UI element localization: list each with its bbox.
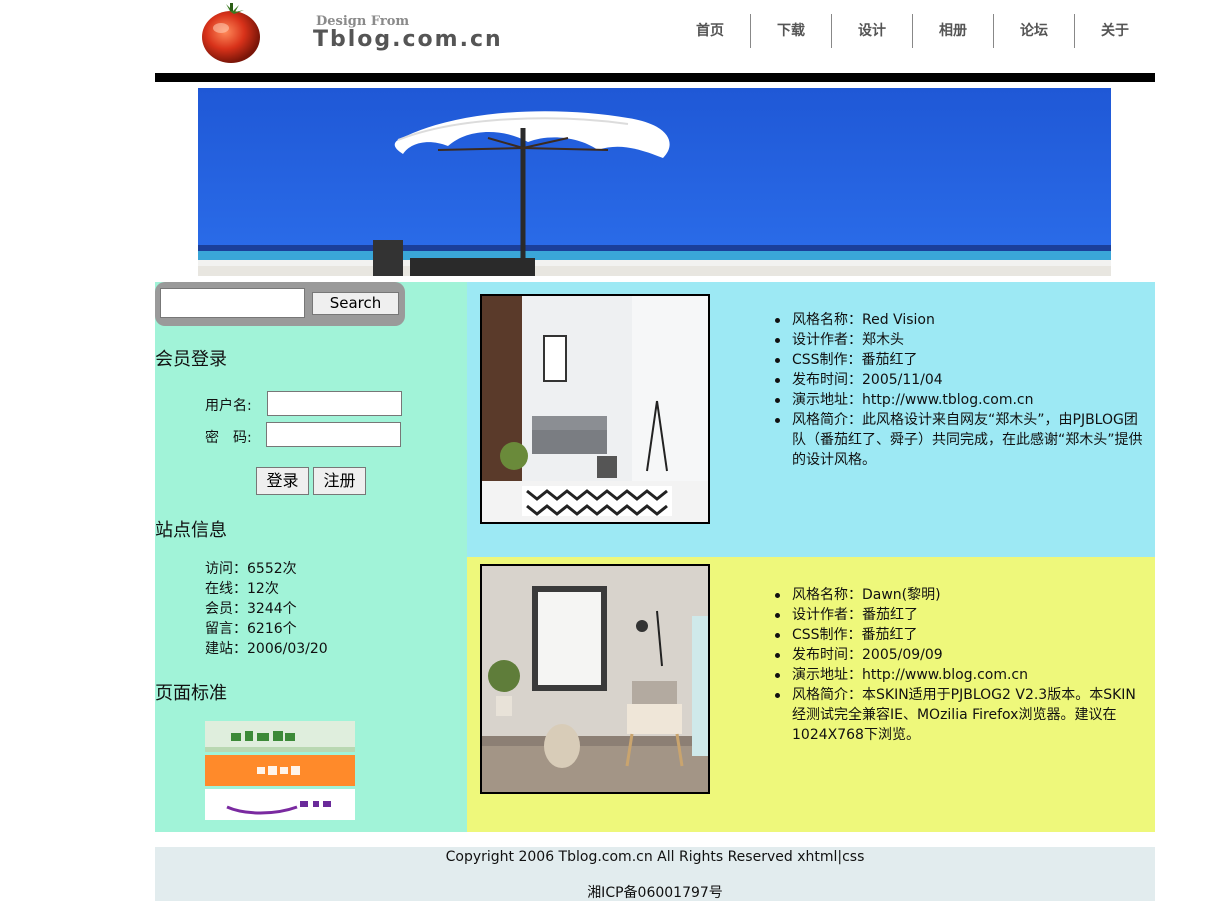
- login-button[interactable]: 登录: [256, 467, 309, 495]
- password-field[interactable]: [266, 422, 401, 447]
- stat-members: 会员：3244个: [205, 601, 297, 617]
- skin-demo-1[interactable]: 演示地址：http://www.tblog.com.cn: [775, 390, 1147, 410]
- site-header: Design From Tblog.com.cn 首页 下载 设计 相册 论坛 …: [155, 0, 1155, 74]
- search-box: Search: [155, 282, 405, 326]
- skin-author-2: 设计作者：番茄红了: [775, 605, 1147, 625]
- skin-preview-2[interactable]: [480, 564, 710, 794]
- main-nav: 首页 下载 设计 相册 论坛 关于: [670, 14, 1155, 48]
- skin-card-1: 风格名称：Red Vision 设计作者：郑木头 CSS制作：番茄红了 发布时间…: [467, 282, 1155, 557]
- logo-title: Tblog.com.cn: [313, 27, 503, 52]
- stat-messages: 留言：6216个: [205, 621, 297, 637]
- search-button[interactable]: Search: [312, 292, 399, 315]
- skin-preview-1[interactable]: [480, 294, 710, 524]
- username-field[interactable]: [267, 391, 402, 416]
- site-logo[interactable]: Design From Tblog.com.cn: [200, 0, 501, 66]
- skin-desc-1: 风格简介：此风格设计来自网友“郑木头”，由PJBLOG团队（番茄红了、舜子）共同…: [775, 410, 1147, 470]
- stat-founded: 建站：2006/03/20: [205, 641, 328, 657]
- nav-album[interactable]: 相册: [912, 14, 993, 48]
- copyright-text: Copyright 2006 Tblog.com.cn All Rights R…: [445, 849, 865, 865]
- standard-badge-3[interactable]: [205, 789, 355, 820]
- header-divider: [155, 73, 1155, 82]
- search-input[interactable]: [160, 288, 305, 318]
- password-label: 密 码:: [205, 430, 252, 446]
- username-label: 用户名:: [205, 398, 252, 414]
- standards-title: 页面标准: [155, 683, 227, 704]
- stat-online: 在线：12次: [205, 581, 279, 597]
- login-title: 会员登录: [155, 349, 227, 370]
- site-info-title: 站点信息: [155, 520, 227, 541]
- skin-date-1: 发布时间：2005/11/04: [775, 370, 1147, 390]
- skin-name-2: 风格名称：Dawn(黎明): [775, 585, 1147, 605]
- skin-card-2: 风格名称：Dawn(黎明) 设计作者：番茄红了 CSS制作：番茄红了 发布时间：…: [467, 557, 1155, 832]
- skin-demo-2[interactable]: 演示地址：http://www.blog.com.cn: [775, 665, 1147, 685]
- icp-text: 湘ICP备06001797号: [587, 885, 723, 901]
- register-button[interactable]: 注册: [313, 467, 366, 495]
- skin-author-1: 设计作者：郑木头: [775, 330, 1147, 350]
- skin-name-1: 风格名称：Red Vision: [775, 310, 1147, 330]
- standard-badge-2[interactable]: [205, 755, 355, 786]
- skin-desc-2: 风格简介：本SKIN适用于PJBLOG2 V2.3版本。本SKIN经测试完全兼容…: [775, 685, 1147, 745]
- site-footer: Copyright 2006 Tblog.com.cn All Rights R…: [155, 847, 1155, 901]
- skin-info-list-1: 风格名称：Red Vision 设计作者：郑木头 CSS制作：番茄红了 发布时间…: [775, 310, 1147, 470]
- skin-date-2: 发布时间：2005/09/09: [775, 645, 1147, 665]
- skin-css-1: CSS制作：番茄红了: [775, 350, 1147, 370]
- nav-design[interactable]: 设计: [831, 14, 912, 48]
- tomato-logo-icon: [202, 3, 260, 63]
- nav-download[interactable]: 下载: [750, 14, 831, 48]
- nav-about[interactable]: 关于: [1074, 14, 1155, 48]
- nav-home[interactable]: 首页: [670, 14, 750, 48]
- standard-badge-1[interactable]: [205, 721, 355, 752]
- stat-visits: 访问：6552次: [205, 561, 297, 577]
- sidebar: Search 会员登录 用户名: 密 码: 登录 注册 站点信息 访问：6552…: [155, 282, 467, 832]
- skin-css-2: CSS制作：番茄红了: [775, 625, 1147, 645]
- skin-info-list-2: 风格名称：Dawn(黎明) 设计作者：番茄红了 CSS制作：番茄红了 发布时间：…: [775, 585, 1147, 745]
- nav-forum[interactable]: 论坛: [993, 14, 1074, 48]
- banner-image: [198, 88, 1111, 276]
